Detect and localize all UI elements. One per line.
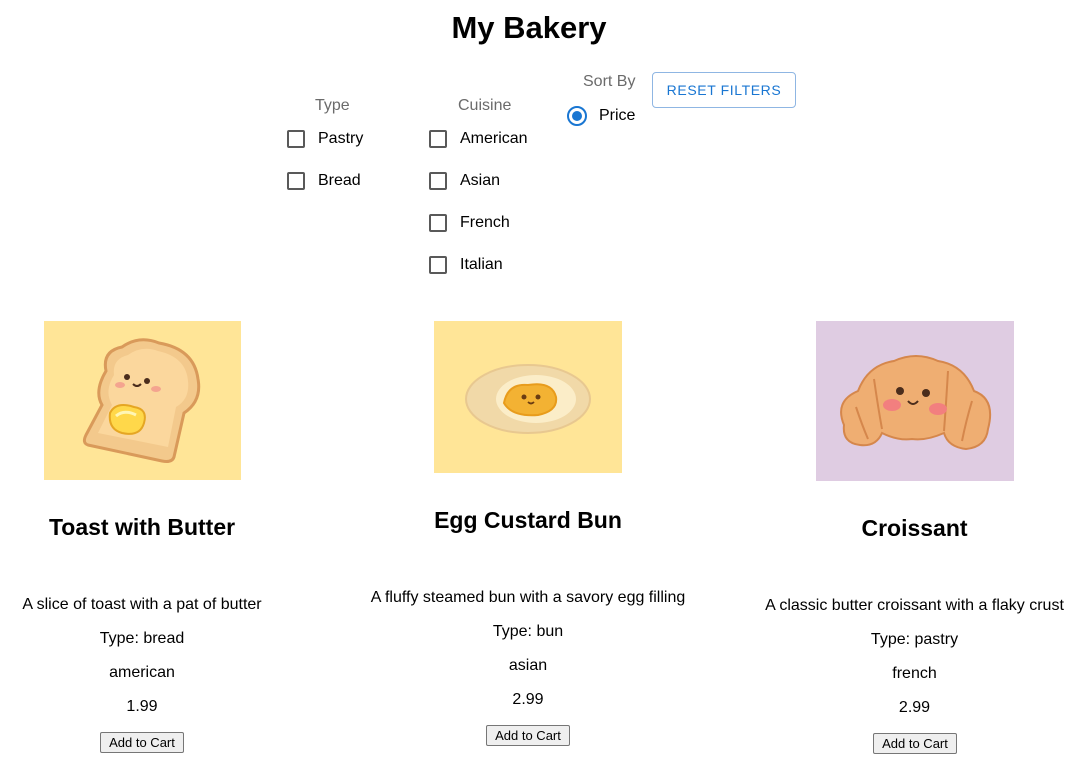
filter-option-label: Pastry	[318, 130, 364, 147]
product-cuisine: asian	[508, 657, 548, 674]
checkbox-icon[interactable]	[287, 130, 305, 148]
product-type: Type: pastry	[870, 631, 959, 648]
filter-cuisine-asian[interactable]: Asian	[429, 172, 500, 190]
add-to-cart-button[interactable]: Add to Cart	[486, 725, 570, 746]
page-title: My Bakery	[451, 10, 607, 45]
product-image	[434, 321, 622, 473]
filter-option-label: Asian	[460, 172, 501, 189]
product-name: Croissant	[861, 515, 968, 541]
checkbox-icon[interactable]	[429, 130, 447, 148]
add-to-cart-button[interactable]: Add to Cart	[873, 733, 957, 754]
product-type: Type: bread	[99, 630, 185, 647]
product-price: 2.99	[898, 699, 931, 716]
cuisine-filter-label: Cuisine	[458, 97, 512, 114]
filter-type-pastry[interactable]: Pastry	[287, 130, 363, 148]
checkbox-icon[interactable]	[287, 172, 305, 190]
sort-option-label: Price	[599, 107, 636, 124]
add-to-cart-button[interactable]: Add to Cart	[100, 732, 184, 753]
product-image	[816, 321, 1014, 481]
product-name: Toast with Butter	[48, 514, 236, 540]
product-price: 1.99	[126, 698, 158, 715]
sort-by-label: Sort By	[583, 73, 636, 90]
filter-cuisine-french[interactable]: French	[429, 214, 510, 232]
product-type: Type: bun	[492, 623, 564, 640]
filter-type-bread[interactable]: Bread	[287, 172, 361, 190]
filter-option-label: Italian	[460, 256, 503, 273]
sort-option-price[interactable]: Price	[567, 106, 635, 126]
product-cuisine: french	[892, 665, 937, 682]
filter-cuisine-american[interactable]: American	[429, 130, 528, 148]
product-description: A fluffy steamed bun with a savory egg f…	[370, 589, 686, 606]
product-price: 2.99	[512, 691, 544, 708]
checkbox-icon[interactable]	[429, 214, 447, 232]
filter-option-label: Bread	[318, 172, 361, 189]
filter-cuisine-italian[interactable]: Italian	[429, 256, 503, 274]
filter-option-label: French	[460, 214, 510, 231]
product-cuisine: american	[109, 664, 175, 681]
product-image	[44, 321, 241, 480]
product-name: Egg Custard Bun	[434, 507, 622, 533]
product-description: A classic butter croissant with a flaky …	[765, 597, 1064, 614]
product-description: A slice of toast with a pat of butter	[22, 596, 262, 613]
reset-filters-button[interactable]: RESET FILTERS	[652, 72, 796, 108]
checkbox-icon[interactable]	[429, 172, 447, 190]
checkbox-icon[interactable]	[429, 256, 447, 274]
type-filter-label: Type	[315, 97, 350, 114]
radio-selected-icon[interactable]	[567, 106, 587, 126]
filter-option-label: American	[460, 130, 528, 147]
